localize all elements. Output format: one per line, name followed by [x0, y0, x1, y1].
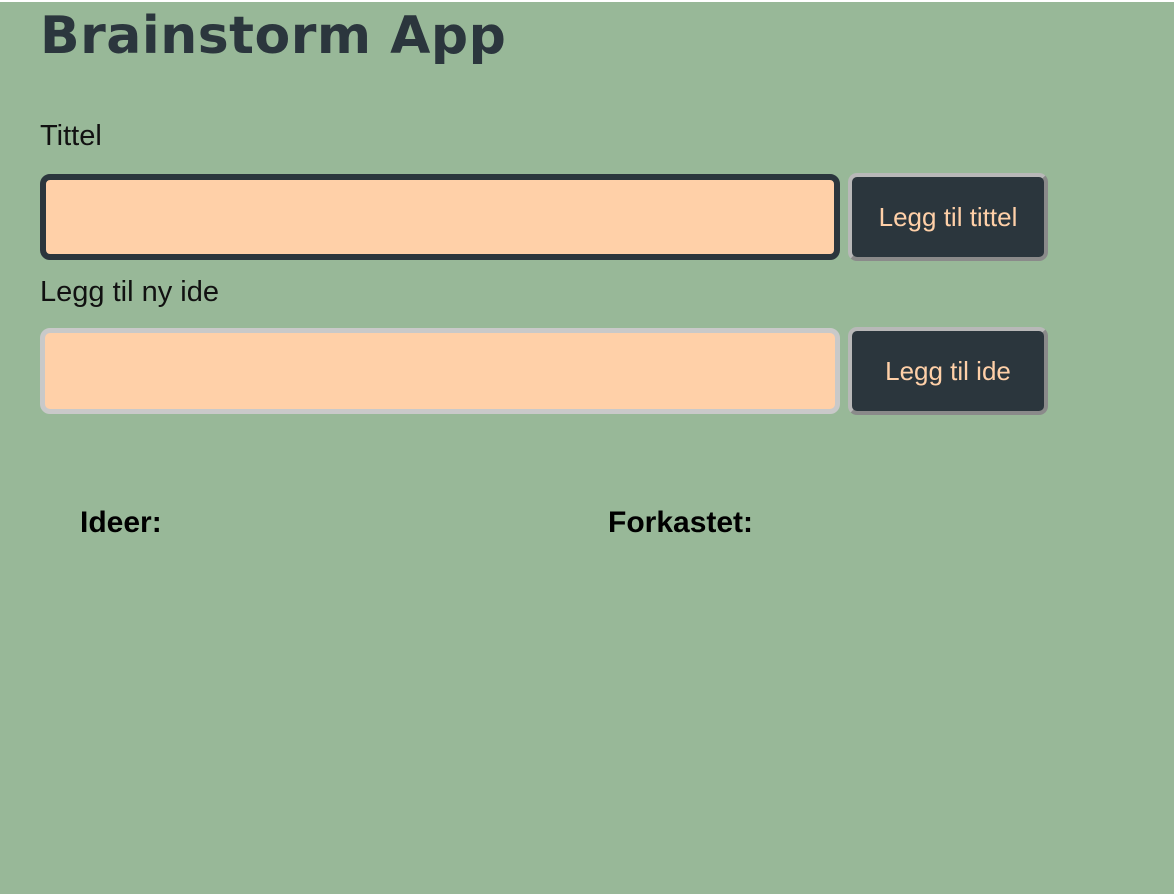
title-input[interactable]	[40, 174, 840, 260]
discarded-list-heading: Forkastet:	[608, 506, 754, 539]
idea-input[interactable]	[40, 328, 840, 414]
idea-field-label: Legg til ny ide	[40, 276, 219, 308]
ideas-list-heading: Ideer:	[80, 506, 162, 539]
add-idea-button[interactable]: Legg til ide	[848, 327, 1048, 415]
app-title: Brainstorm App	[40, 6, 507, 66]
top-strip	[0, 0, 1174, 2]
title-field-label: Tittel	[40, 120, 102, 152]
add-title-button[interactable]: Legg til tittel	[848, 173, 1048, 261]
